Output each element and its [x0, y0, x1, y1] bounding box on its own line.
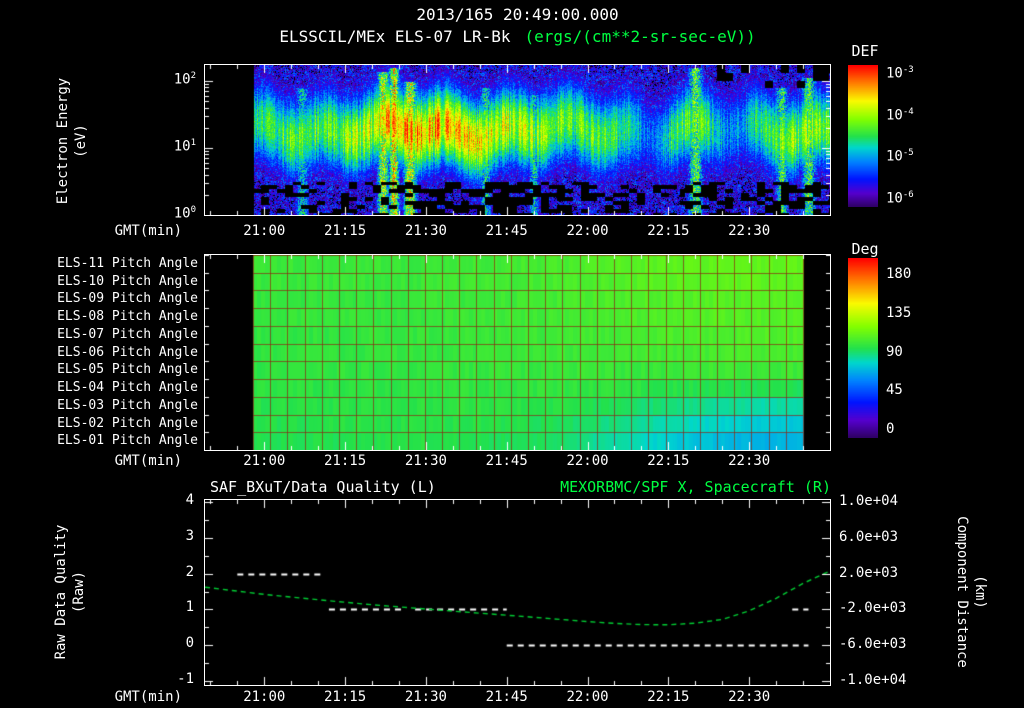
quality-ytick-label: 3 — [185, 527, 194, 544]
distance-ylabel-line1: Component Distance — [954, 516, 970, 668]
pitch-xtick-labels: 21:00 21:15 21:30 21:45 22:00 22:15 22:30 — [205, 453, 830, 470]
distance-ytick-labels: 1.0e+04 6.0e+03 2.0e+03 -2.0e+03 -6.0e+03 -1.… — [837, 493, 915, 688]
x-tick-label: 22:30 — [728, 689, 771, 705]
def-colorbar-tick-labels: 10-3 10-4 10-5 10-6 — [884, 65, 950, 211]
x-tick-label: 21:30 — [404, 453, 447, 469]
gmt-axis-label-3: GMT(min) — [114, 689, 182, 705]
energy-ytick-label: 101 — [173, 138, 196, 155]
deg-colorbar-tick: 45 — [886, 382, 903, 399]
quality-ytick-label: 1 — [185, 599, 194, 616]
plot-screen: 2013/165 20:49:00.000 ELSSCIL/MEx ELS-07… — [0, 0, 1024, 708]
spectrogram-ylabel-line2: (eV) — [73, 124, 89, 158]
x-tick-label: 21:45 — [485, 453, 528, 469]
pitch-row-label: ELS-03 Pitch Angle — [57, 397, 198, 413]
x-tick-label: 21:30 — [404, 689, 447, 705]
quality-xtick-labels: 21:00 21:15 21:30 21:45 22:00 22:15 22:30 — [205, 689, 830, 706]
def-colorbar-label: DEF — [851, 42, 879, 60]
gmt-axis-label-2: GMT(min) — [114, 453, 182, 469]
x-tick-label: 22:15 — [647, 689, 690, 705]
distance-ytick-label: 2.0e+03 — [839, 564, 899, 581]
quality-ytick-label: 4 — [185, 492, 194, 508]
deg-colorbar-tick-labels: 180 135 90 45 0 — [884, 258, 934, 442]
distance-ytick-label: 1.0e+04 — [839, 493, 899, 509]
spectrogram-units-label: (ergs/(cm**2-sr-sec-eV)) — [524, 27, 756, 46]
pitch-row-label: ELS-02 Pitch Angle — [57, 415, 198, 431]
x-tick-label: 21:00 — [243, 223, 286, 239]
spectrogram-title-row: ELSSCIL/MEx ELS-07 LR-Bk (ergs/(cm**2-sr… — [204, 27, 831, 46]
distance-ytick-label: 6.0e+03 — [839, 528, 899, 545]
def-colorbar-tick: 10-3 — [886, 64, 914, 82]
x-tick-label: 22:15 — [647, 453, 690, 469]
pitch-angle-canvas — [205, 255, 830, 450]
gmt-axis-label-1: GMT(min) — [114, 223, 182, 239]
x-tick-label: 21:15 — [324, 689, 367, 705]
x-tick-label: 21:15 — [324, 223, 367, 239]
def-colorbar — [848, 65, 878, 207]
deg-colorbar-tick: 180 — [886, 265, 912, 282]
quality-ytick-label: -1 — [177, 671, 194, 687]
pitch-row-label: ELS-08 Pitch Angle — [57, 309, 198, 325]
def-colorbar-tick: 10-4 — [886, 106, 914, 124]
energy-ytick-label: 100 — [173, 205, 196, 222]
pitch-row-label: ELS-07 Pitch Angle — [57, 326, 198, 342]
x-tick-label: 21:45 — [485, 689, 528, 705]
distance-ylabel-line2: (km) — [972, 575, 989, 609]
deg-colorbar-tick: 0 — [886, 421, 895, 438]
x-tick-label: 21:15 — [324, 453, 367, 469]
x-tick-label: 21:45 — [485, 223, 528, 239]
distance-ytick-label: -1.0e+04 — [839, 672, 907, 688]
x-tick-label: 22:00 — [566, 453, 609, 469]
quality-ylabel-line1: Raw Data Quality — [52, 524, 69, 660]
spectrogram-xtick-labels: 21:00 21:15 21:30 21:45 22:00 22:15 22:30 — [205, 223, 830, 240]
quality-ytick-label: 2 — [185, 563, 194, 580]
distance-ytick-label: -2.0e+03 — [839, 600, 907, 617]
datetime-title: 2013/165 20:49:00.000 — [416, 5, 619, 24]
pitch-row-labels: ELS-11 Pitch Angle ELS-10 Pitch Angle ELS-… — [56, 255, 200, 450]
electron-spectrogram-canvas — [205, 65, 830, 215]
pitch-row-label: ELS-04 Pitch Angle — [57, 380, 198, 396]
spectrogram-ylabel-line1: Electron Energy — [54, 77, 71, 205]
electron-spectrogram-panel — [204, 64, 831, 216]
x-tick-label: 21:30 — [404, 223, 447, 239]
deg-colorbar-tick: 135 — [886, 304, 912, 321]
x-tick-label: 22:30 — [728, 223, 771, 239]
pitch-row-label: ELS-01 Pitch Angle — [57, 433, 198, 449]
deg-colorbar-tick: 90 — [886, 343, 903, 360]
x-tick-label: 21:00 — [243, 453, 286, 469]
deg-colorbar-label: Deg — [851, 240, 879, 258]
energy-ytick-label: 102 — [173, 71, 196, 88]
pitch-row-label: ELS-06 Pitch Angle — [57, 344, 198, 360]
distance-ytick-label: -6.0e+03 — [839, 636, 907, 653]
x-tick-label: 22:30 — [728, 453, 771, 469]
spectrogram-ytick-labels: 100 101 102 — [152, 65, 200, 221]
orbit-title-right: MEXORBMC/SPF X, Spacecraft (R) — [560, 478, 831, 496]
pitch-row-label: ELS-09 Pitch Angle — [57, 291, 198, 307]
pitch-row-label: ELS-05 Pitch Angle — [57, 362, 198, 378]
pitch-row-label: ELS-10 Pitch Angle — [57, 273, 198, 289]
x-tick-label: 22:15 — [647, 223, 690, 239]
quality-ytick-labels: 4 3 2 1 0 -1 — [154, 492, 198, 687]
def-colorbar-tick: 10-5 — [886, 148, 914, 165]
def-colorbar-tick: 10-6 — [886, 189, 914, 207]
deg-colorbar — [848, 258, 878, 438]
quality-orbit-panel — [204, 499, 831, 686]
quality-ylabel-line2: (Raw) — [71, 570, 87, 614]
spectrogram-title: ELSSCIL/MEx ELS-07 LR-Bk — [279, 27, 511, 46]
pitch-row-label: ELS-11 Pitch Angle — [57, 256, 198, 271]
x-tick-label: 21:00 — [243, 689, 286, 705]
pitch-angle-panel — [204, 254, 831, 451]
x-tick-label: 22:00 — [566, 223, 609, 239]
x-tick-label: 22:00 — [566, 689, 609, 705]
quality-ytick-label: 0 — [185, 635, 194, 652]
quality-orbit-canvas — [205, 500, 830, 685]
